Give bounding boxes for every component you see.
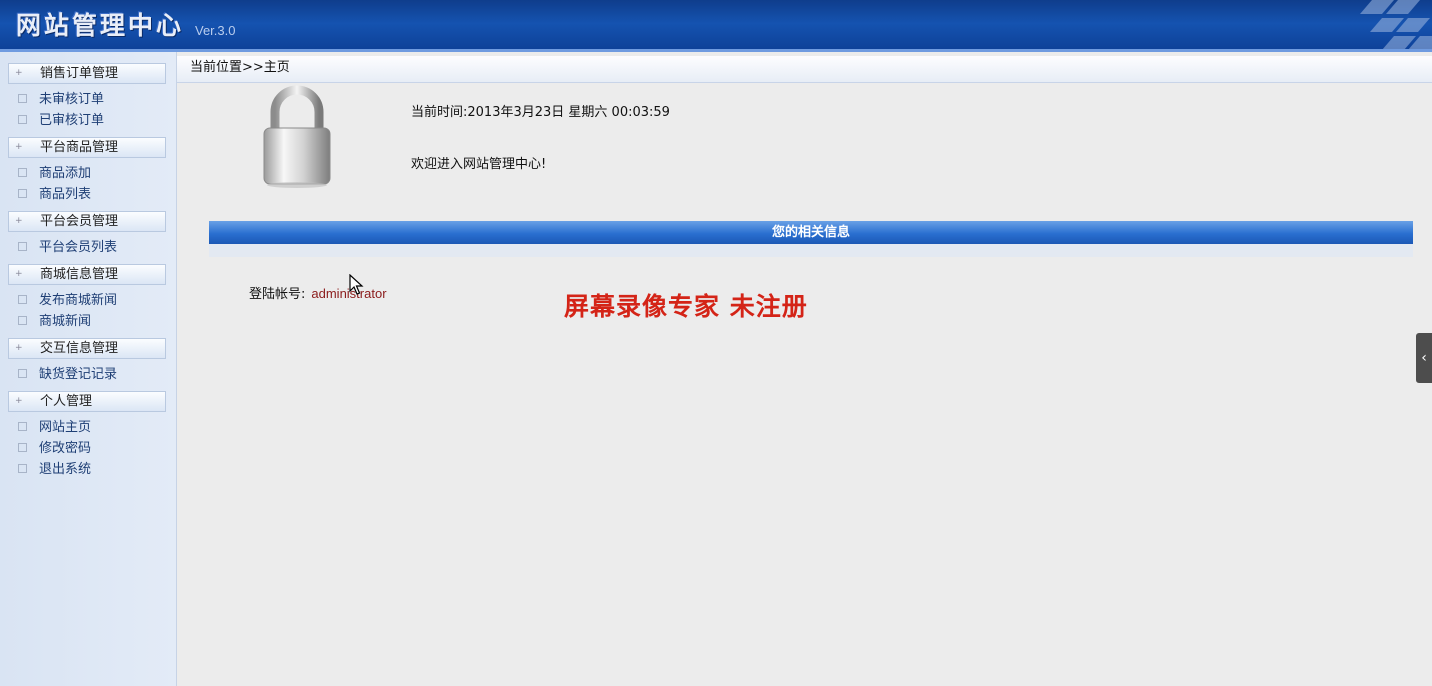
item-label: 商城新闻 [39,314,92,329]
breadcrumb: 当前位置>>主页 [177,56,1432,83]
item-label: 缺货登记记录 [39,367,118,382]
sidebar-item-product-list[interactable]: 商品列表 [18,185,91,205]
sidebar-item-unreviewed-orders[interactable]: 未审核订单 [18,90,104,110]
bullet-box-icon [18,443,27,452]
sidebar-item-change-password[interactable]: 修改密码 [18,439,91,459]
expand-icon: + [15,216,23,226]
bullet-box-icon [18,242,27,251]
info-section-subbar [209,244,1413,257]
sidebar-group-interaction[interactable]: + 交互信息管理 [8,338,166,359]
item-label: 修改密码 [39,441,92,456]
sidebar-item-site-home[interactable]: 网站主页 [18,418,91,438]
group-label: 商城信息管理 [40,267,119,282]
sidebar-group-mall-info[interactable]: + 商城信息管理 [8,264,166,285]
bullet-box-icon [18,464,27,473]
expand-icon: + [15,142,23,152]
item-label: 已审核订单 [39,113,105,128]
sidebar-group-sales-orders[interactable]: + 销售订单管理 [8,63,166,84]
bullet-box-icon [18,316,27,325]
sidebar-group-personal[interactable]: + 个人管理 [8,391,166,412]
account-label: 登陆帐号: [249,287,306,302]
sidebar-group-products[interactable]: + 平台商品管理 [8,137,166,158]
bullet-box-icon [18,94,27,103]
side-collapse-tab[interactable]: ‹ [1416,333,1432,383]
sidebar-item-reviewed-orders[interactable]: 已审核订单 [18,111,104,131]
item-label: 平台会员列表 [39,240,118,255]
current-time: 当前时间:2013年3月23日 星期六 00:03:59 [411,105,670,120]
group-label: 平台商品管理 [40,140,119,155]
bullet-box-icon [18,422,27,431]
chevron-left-icon: ‹ [1421,350,1427,366]
keyboard-decoration-icon [1360,0,1432,50]
sidebar-group-members[interactable]: + 平台会员管理 [8,211,166,232]
item-label: 退出系统 [39,462,92,477]
sidebar-item-publish-news[interactable]: 发布商城新闻 [18,291,117,311]
item-label: 商品添加 [39,166,92,181]
group-label: 交互信息管理 [40,341,119,356]
expand-icon: + [15,68,23,78]
mouse-cursor-icon [349,274,364,295]
sidebar-item-stockout-records[interactable]: 缺货登记记录 [18,365,117,385]
app-version: Ver.3.0 [195,23,236,38]
expand-icon: + [15,343,23,353]
main-content: 当前位置>>主页 当前时间:2013年3月23日 星期六 00:03:59 欢迎… [177,52,1432,686]
welcome-message: 欢迎进入网站管理中心! [411,157,547,172]
account-row: 登陆帐号: administrator [249,283,387,302]
app-header: 网站管理中心 Ver.3.0 [0,0,1432,52]
item-label: 未审核订单 [39,92,105,107]
group-label: 销售订单管理 [40,66,119,81]
sidebar-item-logout[interactable]: 退出系统 [18,460,91,480]
item-label: 商品列表 [39,187,92,202]
group-label: 个人管理 [40,394,93,409]
expand-icon: + [15,396,23,406]
sidebar: + 销售订单管理 未审核订单 已审核订单 + 平台商品管理 商品添加 商品列表 … [0,52,177,686]
bullet-box-icon [18,369,27,378]
sidebar-item-mall-news[interactable]: 商城新闻 [18,312,91,332]
breadcrumb-text: 当前位置>>主页 [190,60,290,75]
item-label: 发布商城新闻 [39,293,118,308]
bullet-box-icon [18,295,27,304]
watermark-text: 屏幕录像专家 未注册 [564,292,808,321]
expand-icon: + [15,269,23,279]
bullet-box-icon [18,168,27,177]
app-title: 网站管理中心 [16,11,185,40]
info-section-header: 您的相关信息 [209,221,1413,244]
group-label: 平台会员管理 [40,214,119,229]
item-label: 网站主页 [39,420,92,435]
bullet-box-icon [18,189,27,198]
padlock-icon [263,85,331,188]
sidebar-item-add-product[interactable]: 商品添加 [18,164,91,184]
bullet-box-icon [18,115,27,124]
sidebar-item-member-list[interactable]: 平台会员列表 [18,238,117,258]
